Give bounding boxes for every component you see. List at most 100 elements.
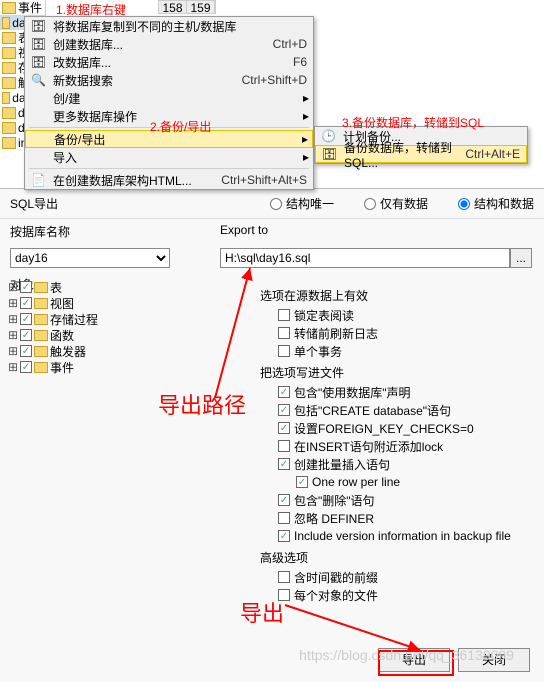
checkbox[interactable] (278, 440, 290, 452)
checkbox[interactable] (278, 589, 290, 601)
line-numbers: 158159 (158, 0, 216, 14)
radio-structure-only[interactable]: 结构唯一 (270, 195, 334, 212)
checkbox[interactable] (278, 494, 290, 506)
opt-use-db[interactable]: 包含"使用数据库"声明 (260, 383, 532, 401)
menu-label: 在创建数据库架构HTML... (53, 172, 192, 189)
db-icon: 🗄 (31, 37, 45, 51)
checkbox[interactable] (20, 313, 32, 325)
obj-label: 事件 (50, 359, 74, 376)
opt-lock-tables[interactable]: 锁定表阅读 (260, 306, 532, 324)
checkbox[interactable] (20, 329, 32, 341)
checkbox[interactable] (278, 458, 290, 470)
radio-input[interactable] (270, 198, 282, 210)
checkbox[interactable] (278, 571, 290, 583)
checkbox[interactable] (278, 422, 290, 434)
expand-icon[interactable]: ⊞ (8, 344, 18, 358)
opt-ignore-definer[interactable]: 忽略 DEFINER (260, 509, 532, 527)
opt-lock-insert[interactable]: 在INSERT语句附近添加lock (260, 437, 532, 455)
tree-item[interactable]: 事件 (0, 0, 45, 15)
watermark: https://blog.csdn.net/qq_36139099 (299, 647, 514, 663)
obj-events[interactable]: ⊞ 事件 (8, 359, 148, 375)
menu-search[interactable]: 🔍 新数据搜索 Ctrl+Shift+D (25, 71, 313, 89)
menu-create[interactable]: 创/建 (25, 89, 313, 107)
expand-icon[interactable]: ⊞ (8, 328, 18, 342)
radio-input[interactable] (364, 198, 376, 210)
checkbox[interactable] (20, 281, 32, 293)
html-icon: 📄 (31, 173, 45, 187)
opt-flush-logs[interactable]: 转储前刷新日志 (260, 324, 532, 342)
opt-one-row[interactable]: One row per line (260, 473, 532, 491)
opt-label: One row per line (312, 475, 400, 489)
opt-single-tx[interactable]: 单个事务 (260, 342, 532, 360)
checkbox[interactable] (20, 361, 32, 373)
obj-procs[interactable]: ⊞ 存储过程 (8, 311, 148, 327)
folder-icon (2, 32, 16, 44)
checkbox[interactable] (278, 512, 290, 524)
shortcut: Ctrl+Shift+Alt+S (221, 173, 307, 187)
opt-bulk-insert[interactable]: 创建批量插入语句 (260, 455, 532, 473)
obj-tables[interactable]: ⊞表 (8, 279, 148, 295)
menu-label: 将数据库复制到不同的主机/数据库 (53, 18, 236, 35)
clock-icon: 🕒 (321, 129, 335, 143)
folder-icon (34, 314, 48, 325)
menu-label: 创/建 (53, 90, 80, 107)
group-file-opts: 把选项写进文件 (260, 364, 532, 381)
menu-create-db[interactable]: 🗄创建数据库...Ctrl+D (25, 35, 313, 53)
context-menu: 🗄 将数据库复制到不同的主机/数据库 🗄创建数据库...Ctrl+D 🗄改数据库.… (24, 16, 314, 190)
obj-views[interactable]: ⊞视图 (8, 295, 148, 311)
menu-more-ops[interactable]: 更多数据库操作 (25, 107, 313, 125)
radio-data-only[interactable]: 仅有数据 (364, 195, 428, 212)
menu-html-schema[interactable]: 📄 在创建数据库架构HTML... Ctrl+Shift+Alt+S (25, 171, 313, 189)
folder-icon (2, 77, 16, 89)
obj-funcs[interactable]: ⊞ 函数 (8, 327, 148, 343)
opt-label: 含时间戳的前缀 (294, 569, 378, 586)
menu-alter-db[interactable]: 🗄改数据库...F6 (25, 53, 313, 71)
export-path-input[interactable] (220, 248, 510, 268)
checkbox[interactable] (20, 297, 32, 309)
menu-label: 导入 (53, 149, 77, 166)
folder-icon (2, 92, 10, 104)
folder-icon (2, 62, 16, 74)
opt-drop[interactable]: 包含"删除"语句 (260, 491, 532, 509)
expand-icon[interactable]: ⊞ (8, 360, 18, 374)
checkbox[interactable] (278, 530, 290, 542)
folder-icon (34, 282, 48, 293)
checkbox[interactable] (20, 345, 32, 357)
menu-label: 新数据搜索 (53, 72, 113, 89)
expand-icon[interactable]: ⊞ (8, 312, 18, 326)
checkbox[interactable] (278, 404, 290, 416)
radio-input[interactable] (458, 198, 470, 210)
db-name-label: 按据库名称 (10, 223, 220, 240)
checkbox[interactable] (278, 327, 290, 339)
checkbox[interactable] (278, 345, 290, 357)
opt-fk-checks[interactable]: 设置FOREIGN_KEY_CHECKS=0 (260, 419, 532, 437)
browse-button[interactable]: ... (510, 248, 532, 268)
opt-file-per-obj[interactable]: 每个对象的文件 (260, 586, 532, 604)
folder-icon (34, 346, 48, 357)
folder-icon (2, 137, 16, 149)
search-icon: 🔍 (31, 73, 45, 87)
opt-create-db[interactable]: 包括"CREATE database"语句 (260, 401, 532, 419)
opt-timestamp-prefix[interactable]: 含时间戳的前缀 (260, 568, 532, 586)
opt-version-info[interactable]: Include version information in backup fi… (260, 527, 532, 545)
checkbox[interactable] (296, 476, 308, 488)
radio-label: 仅有数据 (380, 195, 428, 212)
shortcut: Ctrl+Shift+D (242, 73, 307, 87)
expand-icon[interactable]: ⊞ (8, 296, 18, 310)
db-select[interactable]: day16 (10, 248, 170, 268)
obj-label: 函数 (50, 327, 74, 344)
db-icon: 🗄 (31, 19, 45, 33)
menu-copy-db[interactable]: 🗄 将数据库复制到不同的主机/数据库 (25, 17, 313, 35)
submenu-dump-sql[interactable]: 🗄备份数据库，转储到SQL...Ctrl+Alt+E (315, 145, 527, 163)
radio-structure-data[interactable]: 结构和数据 (458, 195, 534, 212)
folder-icon (34, 362, 48, 373)
menu-label: 备份数据库，转储到SQL... (344, 139, 465, 170)
menu-label: 备份/导出 (54, 131, 105, 148)
checkbox[interactable] (278, 309, 290, 321)
expand-icon[interactable]: ⊞ (8, 280, 18, 294)
checkbox[interactable] (278, 386, 290, 398)
obj-triggers[interactable]: ⊞触发器 (8, 343, 148, 359)
obj-label: 存储过程 (50, 311, 98, 328)
menu-import[interactable]: 导入 (25, 148, 313, 166)
menu-backup-export[interactable]: 备份/导出 (25, 130, 313, 148)
